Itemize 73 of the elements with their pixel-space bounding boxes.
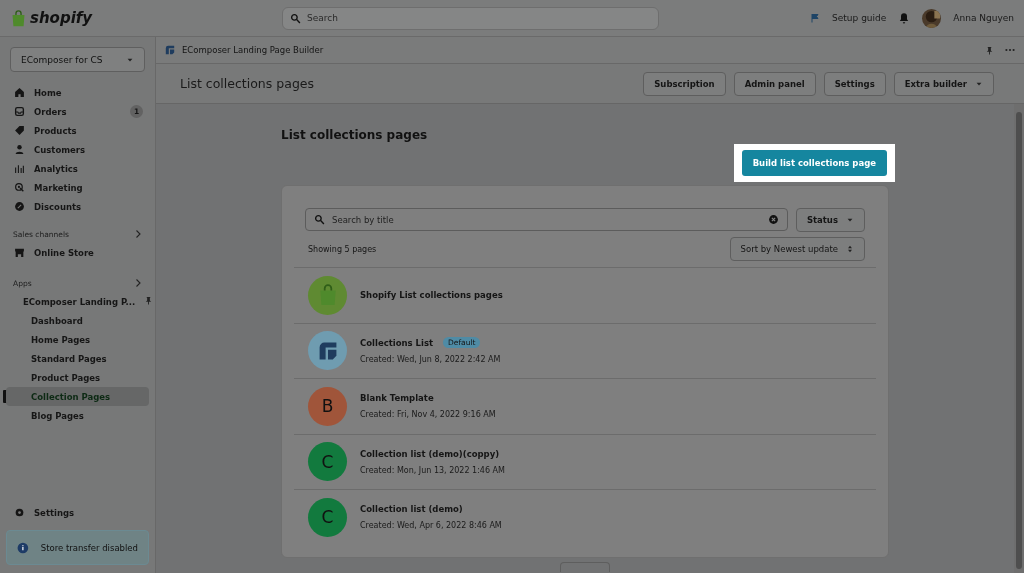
- nav-item[interactable]: Products: [6, 121, 149, 140]
- page-row[interactable]: C Collection list (demo)(coppy) Created: Mon, Jun 13, 2022 1:46 AM: [294, 433, 876, 489]
- nav-item[interactable]: Settings: [6, 503, 149, 522]
- caret-icon: [846, 216, 854, 224]
- search-field[interactable]: Search by title: [305, 208, 788, 231]
- letter-avatar: C: [308, 442, 347, 482]
- nav-item[interactable]: Marketing: [6, 178, 149, 197]
- bar-chart-icon: [14, 163, 25, 174]
- sort-icon: [846, 245, 854, 253]
- toolbar-button[interactable]: Settings: [823, 71, 886, 96]
- page-row[interactable]: C Collection list (demo) Created: Wed, Apr 6, 2022 8:46 AM: [294, 489, 876, 545]
- flag-icon: [810, 13, 821, 23]
- nav-item[interactable]: Home: [6, 83, 149, 102]
- chevron-right-icon: [133, 229, 143, 239]
- result-count: Showing 5 pages: [308, 244, 377, 254]
- created-date: Created: Mon, Jun 13, 2022 1:46 AM: [360, 465, 505, 475]
- clear-icon: [767, 214, 779, 225]
- search-icon: [314, 214, 325, 225]
- nav-subitem[interactable]: Collection Pages: [6, 387, 149, 406]
- setup-guide-link[interactable]: Setup guide: [832, 13, 887, 23]
- created-date: Created: Wed, Apr 6, 2022 8:46 AM: [360, 521, 502, 531]
- letter-avatar: B: [308, 386, 347, 426]
- nav-item[interactable]: EComposer Landing P...: [6, 292, 149, 311]
- sort-dropdown[interactable]: Sort by Newest update: [729, 237, 865, 261]
- section-title: List collections pages: [281, 128, 429, 142]
- search-icon: [290, 12, 301, 24]
- user-name[interactable]: Anna Nguyen: [953, 13, 1014, 23]
- store-icon: [14, 247, 25, 258]
- nav-item[interactable]: Customers: [6, 140, 149, 159]
- inbox-icon: [14, 106, 25, 117]
- brand-name: shopify: [30, 9, 93, 27]
- page-title: Collections List: [360, 337, 434, 348]
- page-row[interactable]: B Blank Template Created: Fri, Nov 4, 2022 9:16 AM: [294, 378, 876, 434]
- nav-item[interactable]: Analytics: [6, 159, 149, 178]
- nav-item[interactable]: Online Store: [6, 243, 149, 262]
- settings-icon: [14, 507, 25, 518]
- created-date: Created: Fri, Nov 4, 2022 9:16 AM: [360, 410, 496, 420]
- nav-subitem[interactable]: Dashboard: [6, 311, 149, 330]
- created-date: Created: Wed, Jun 8, 2022 2:42 AM: [360, 355, 501, 365]
- tag-icon: [14, 125, 25, 136]
- search-field[interactable]: Search: [282, 6, 659, 30]
- chevron-right-icon: [133, 278, 143, 288]
- page-row[interactable]: Shopify List collections pages: [294, 267, 876, 323]
- status-dropdown[interactable]: Status: [795, 208, 865, 232]
- page-title: List collections pages: [180, 76, 314, 91]
- page-title: Collection list (demo): [360, 504, 463, 515]
- page-title: Collection list (demo)(coppy): [360, 448, 500, 459]
- letter-avatar: C: [308, 497, 347, 537]
- toolbar-button[interactable]: Admin panel: [733, 71, 816, 96]
- page-title: Shopify List collections pages: [360, 290, 503, 301]
- scrollbar[interactable]: [1014, 104, 1024, 573]
- store-selector[interactable]: EComposer for CS: [10, 47, 145, 72]
- nav-subitem[interactable]: Blog Pages: [6, 406, 149, 425]
- nav-subitem[interactable]: Product Pages: [6, 368, 149, 387]
- pin-icon: [985, 45, 994, 55]
- pin-icon: [144, 296, 154, 305]
- notice-text: Store transfer disabled: [40, 542, 138, 553]
- bell-icon: [898, 12, 911, 24]
- page-title: Blank Template: [360, 393, 434, 404]
- nav-subitem[interactable]: Home Pages: [6, 330, 149, 349]
- app-title: EComposer Landing Page Builder: [182, 45, 324, 55]
- nav-item[interactable]: Discounts: [6, 197, 149, 216]
- toolbar-button[interactable]: Subscription: [643, 71, 726, 96]
- discount-icon: [14, 201, 25, 212]
- toolbar-button[interactable]: Extra builder: [893, 71, 994, 96]
- shopping-bag-icon: [10, 9, 27, 27]
- info-icon: [17, 541, 29, 554]
- home-icon: [14, 87, 25, 98]
- target-icon: [14, 182, 25, 193]
- person-icon: [14, 144, 25, 155]
- nav-subitem[interactable]: Standard Pages: [6, 349, 149, 368]
- build-button[interactable]: Build list collections page: [741, 150, 887, 176]
- ecomposer-logo-icon: [164, 44, 176, 56]
